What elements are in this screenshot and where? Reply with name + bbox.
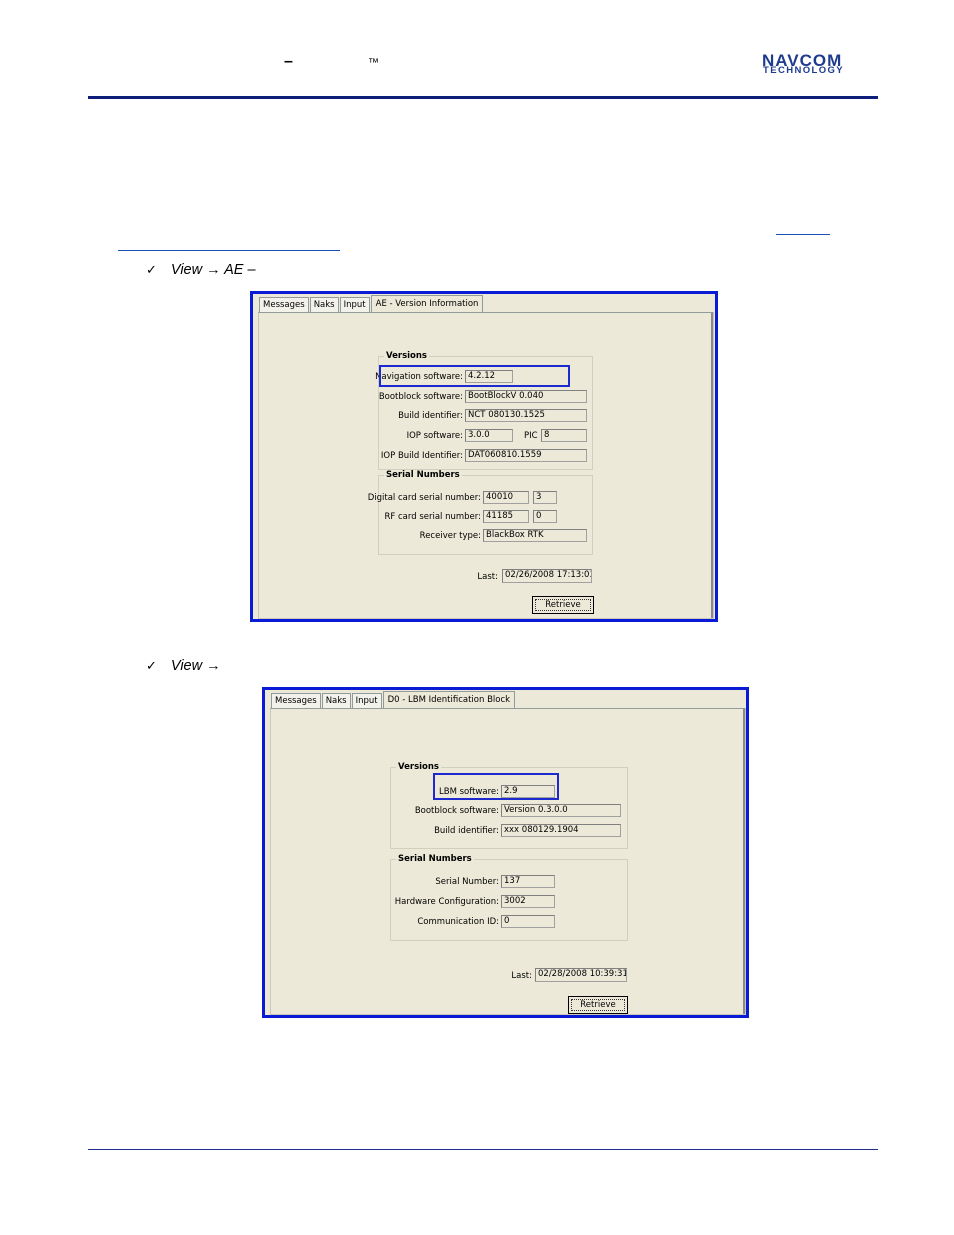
hyperlink-fragment[interactable] [776, 222, 830, 235]
serial-numbers-title: Serial Numbers [396, 854, 474, 864]
panel-edge [711, 313, 713, 618]
tab-input[interactable]: Input [351, 693, 382, 708]
versions-title: Versions [396, 762, 441, 772]
header-rule [88, 96, 878, 99]
iop-build-label: IOP Build Identifier: [380, 451, 463, 461]
logo-subtitle: TECHNOLOGY [763, 65, 845, 76]
receiver-type-field: BlackBox RTK [483, 529, 587, 542]
checkmark-icon: ✓ [146, 658, 157, 673]
serial-numbers-title: Serial Numbers [384, 470, 462, 480]
retrieve-button[interactable]: Retrieve [568, 996, 628, 1014]
last-label: Last: [477, 572, 498, 582]
receiver-type-label: Receiver type: [419, 531, 481, 541]
iop-software-field: 3.0.0 [465, 429, 513, 442]
versions-title: Versions [384, 351, 429, 361]
build-id-label: Build identifier: [398, 411, 463, 421]
tab-messages[interactable]: Messages [271, 693, 321, 708]
highlight-box [379, 365, 570, 387]
footer-rule [88, 1149, 878, 1150]
pic-field: 8 [541, 429, 587, 442]
panel-edge [743, 709, 745, 1014]
hardware-config-label: Hardware Configuration: [394, 897, 499, 907]
bullet-item: ✓ View → [146, 658, 221, 674]
last-label: Last: [511, 971, 532, 981]
tab-strip: Messages Naks Input AE - Version Informa… [259, 295, 484, 313]
bootblock-label: Bootblock software: [414, 806, 499, 816]
rf-card-label: RF card serial number: [384, 512, 482, 522]
tab-lbm-identification[interactable]: D0 - LBM Identification Block [382, 691, 516, 709]
pic-label: PIC [524, 431, 538, 441]
retrieve-button-label: Retrieve [580, 1000, 616, 1010]
navcom-logo: NAVCOM TECHNOLOGY [762, 52, 882, 76]
last-field: 02/28/2008 10:39:31 [535, 968, 627, 982]
digital-card-field-2: 3 [533, 491, 557, 504]
rf-card-field: 41185 [483, 510, 529, 523]
hardware-config-field: 3002 [501, 895, 555, 908]
build-id-label: Build identifier: [434, 826, 499, 836]
bullet-text: View → AE – [170, 262, 256, 278]
bootblock-field: Version 0.3.0.0 [501, 804, 621, 817]
highlight-box [433, 773, 559, 800]
tab-version-information[interactable]: AE - Version Information [370, 295, 484, 313]
iop-build-field: DAT060810.1559 [465, 449, 587, 462]
tab-messages[interactable]: Messages [259, 297, 309, 312]
build-id-field: NCT 080130.1525 [465, 409, 587, 422]
digital-card-field: 40010 [483, 491, 529, 504]
tab-input[interactable]: Input [339, 297, 370, 312]
tab-panel: Versions LBM software: 2.9 Bootblock sof… [270, 708, 746, 1015]
communication-id-field: 0 [501, 915, 555, 928]
header-trademark: ™ [368, 57, 379, 69]
digital-card-label: Digital card serial number: [367, 493, 481, 503]
bullet-text: View → [170, 658, 221, 674]
tab-naks[interactable]: Naks [309, 297, 339, 312]
rf-card-field-2: 0 [533, 510, 557, 523]
hyperlink-underline[interactable] [118, 250, 340, 251]
last-field: 02/26/2008 17:13:03 [502, 569, 592, 583]
iop-software-label: IOP software: [406, 431, 463, 441]
retrieve-button[interactable]: Retrieve [532, 596, 594, 614]
bootblock-label: Bootblock software: [378, 392, 463, 402]
serial-number-label: Serial Number: [435, 877, 499, 887]
checkmark-icon: ✓ [146, 262, 157, 277]
tab-strip: Messages Naks Input D0 - LBM Identificat… [271, 691, 516, 709]
bootblock-field: BootBlockV 0.040 [465, 390, 587, 403]
retrieve-button-label: Retrieve [545, 600, 581, 610]
bullet-item: ✓ View → AE – [146, 262, 256, 278]
communication-id-label: Communication ID: [417, 917, 499, 927]
tab-naks[interactable]: Naks [321, 693, 351, 708]
version-info-screenshot: Messages Naks Input AE - Version Informa… [250, 291, 718, 622]
lbm-identification-screenshot: Messages Naks Input D0 - LBM Identificat… [262, 687, 749, 1018]
header-dash: – [284, 53, 293, 70]
tab-panel: Versions Navigation software: 4.2.12 Boo… [258, 312, 714, 619]
build-id-field: xxx 080129.1904 [501, 824, 621, 837]
serial-number-field: 137 [501, 875, 555, 888]
